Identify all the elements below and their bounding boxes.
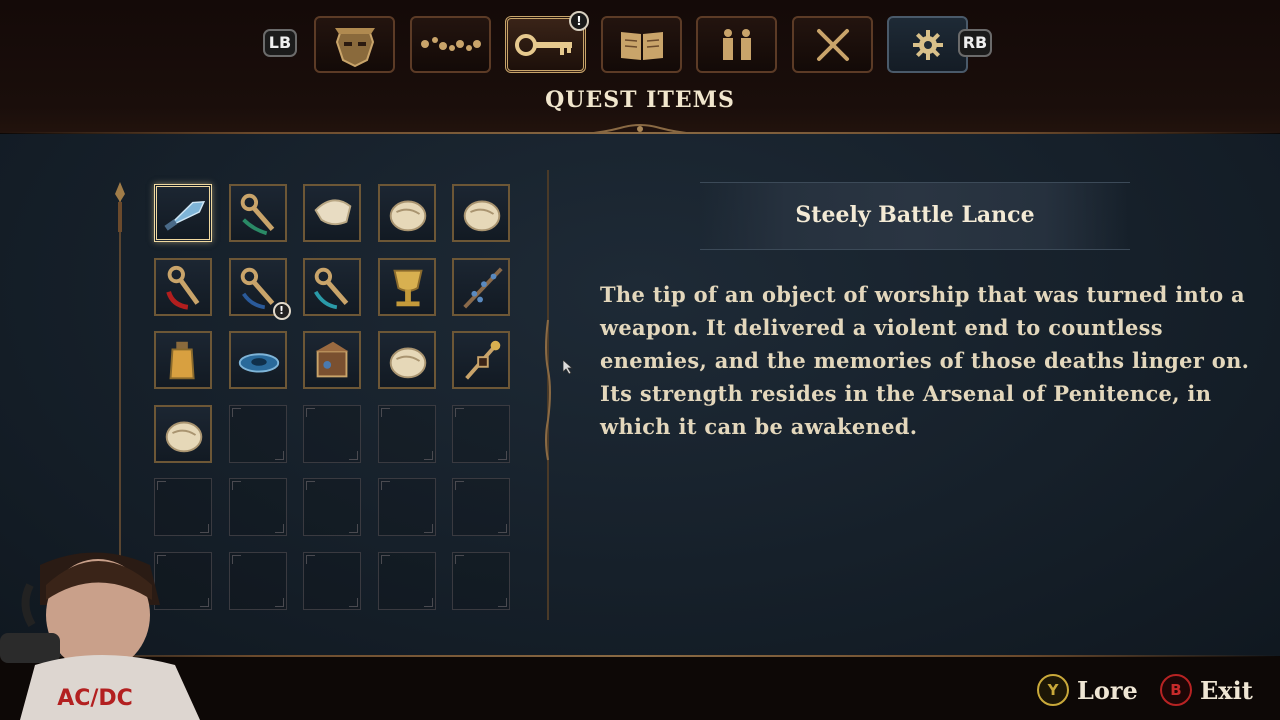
inventory-slot-empty[interactable] [303, 478, 361, 536]
vial-icon [169, 341, 195, 380]
rail-finial-ornament [115, 182, 125, 232]
b-button-icon: B [1160, 674, 1192, 706]
golden-chalice-icon [392, 269, 423, 306]
branch-icon [463, 266, 503, 309]
lore-label: Lore [1077, 675, 1138, 705]
blue-disc-icon [238, 353, 279, 373]
reliquary-box-icon [315, 341, 349, 378]
inventory-slot[interactable] [377, 257, 436, 316]
gear-icon [912, 29, 943, 60]
y-button-icon: Y [1037, 674, 1069, 706]
inventory-slot[interactable] [452, 257, 510, 316]
skull-relic-icon [165, 421, 203, 452]
inventory-slot-empty[interactable] [377, 478, 436, 536]
teal-key-icon [314, 267, 349, 309]
inventory-slot[interactable] [228, 184, 287, 242]
key-icon [514, 33, 572, 56]
tab-figures[interactable] [696, 16, 777, 73]
tab-character[interactable] [314, 16, 395, 73]
steely-lance-icon [164, 200, 206, 231]
left-bumper-button[interactable]: LB [263, 29, 297, 57]
skull-relic-icon [389, 200, 426, 232]
inventory-slot[interactable] [154, 331, 212, 389]
tab-quest-items[interactable]: ! [505, 11, 589, 73]
item-title: Steely Battle Lance [795, 202, 1035, 228]
inventory-slot-empty[interactable] [452, 551, 510, 610]
new-badge: ! [272, 301, 291, 320]
top-nav-bar: LB ! RB QUEST ITEMS [0, 0, 1280, 137]
inventory-slot[interactable] [303, 257, 361, 316]
right-bumper-button[interactable]: RB [958, 29, 992, 57]
red-key-icon [166, 265, 200, 310]
webcam-overlay: AC/DC [0, 552, 200, 720]
exit-label: Exit [1200, 675, 1253, 705]
tab-journal[interactable] [601, 16, 682, 73]
inventory-slot-empty[interactable] [228, 478, 287, 536]
inventory-slot-empty[interactable] [452, 404, 510, 463]
new-badge: ! [569, 11, 589, 31]
lore-prompt[interactable]: Y Lore [1037, 674, 1138, 706]
cloth-relic-icon [314, 199, 352, 226]
inventory-slot[interactable] [154, 404, 212, 463]
page-title: QUEST ITEMS [545, 87, 735, 113]
inventory-slot-empty[interactable] [377, 551, 436, 610]
exit-prompt[interactable]: B Exit [1160, 674, 1253, 706]
inventory-slot-empty[interactable] [303, 404, 361, 463]
inventory-slot-empty[interactable] [452, 478, 510, 536]
tab-settings[interactable] [887, 16, 968, 73]
item-description: The tip of an object of worship that was… [600, 282, 1250, 439]
book-icon [620, 31, 663, 60]
skull-relic-icon [463, 200, 501, 232]
inventory-slot-empty[interactable] [154, 478, 212, 536]
tab-abilities[interactable] [792, 16, 873, 73]
inventory-slot[interactable] [228, 331, 287, 389]
skull-relic-icon [389, 347, 426, 379]
inventory-slot[interactable] [452, 184, 510, 242]
character-mask-icon [334, 27, 375, 67]
inventory-slot-empty[interactable] [228, 404, 287, 463]
microphone [0, 633, 60, 663]
cursor-icon [563, 360, 573, 374]
incense-icon [465, 340, 501, 380]
inventory-slot[interactable] [154, 184, 212, 242]
inventory-slot[interactable] [377, 184, 436, 242]
inventory-slot[interactable] [452, 331, 510, 389]
inventory-slot[interactable] [154, 257, 212, 316]
panel-divider [545, 170, 551, 620]
inventory-slot[interactable] [377, 331, 436, 389]
figures-icon [722, 28, 751, 60]
tab-rosary[interactable] [410, 16, 491, 73]
rosary-beads-icon [420, 36, 481, 51]
inventory-slot-empty[interactable] [377, 404, 436, 463]
inventory-slot-empty[interactable] [303, 551, 361, 610]
crossed-swords-icon [816, 28, 849, 61]
inventory-slot[interactable]: ! [228, 257, 291, 320]
inventory-slot[interactable] [303, 331, 361, 389]
shirt-logo: AC/DC [57, 686, 133, 711]
green-key-icon [240, 193, 274, 236]
inventory-slot[interactable] [303, 184, 361, 242]
